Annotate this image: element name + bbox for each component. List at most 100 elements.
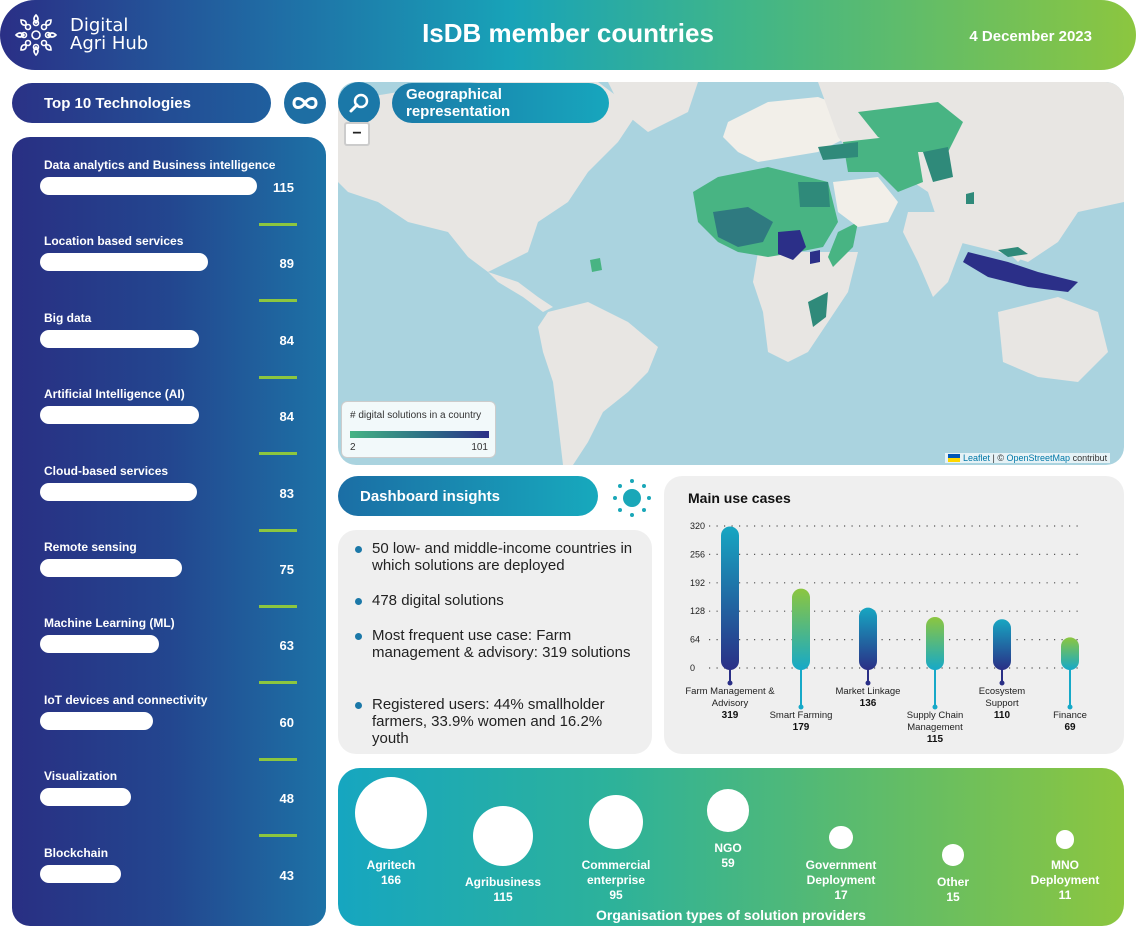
organisation-item: MNO Deployment 11 bbox=[1005, 858, 1125, 903]
value-label: 319 bbox=[722, 710, 739, 721]
organisation-bubble[interactable] bbox=[829, 825, 853, 849]
country-egypt bbox=[798, 182, 830, 207]
bullet-icon bbox=[355, 702, 362, 709]
organisation-item: Agritech 166 bbox=[331, 858, 451, 888]
category-label: Smart Farming bbox=[770, 710, 833, 721]
organisation-label: Agribusiness bbox=[464, 875, 542, 889]
category-label: Support bbox=[985, 698, 1019, 709]
technology-row: IoT devices and connectivity 60 bbox=[12, 693, 326, 769]
technology-bar bbox=[40, 177, 257, 195]
technology-row: Big data 84 bbox=[12, 311, 326, 387]
organisation-item: Commercial enterprise 95 bbox=[556, 858, 676, 903]
infinity-button[interactable] bbox=[284, 82, 326, 124]
insight-item: Registered users: 44% smallholder farmer… bbox=[372, 696, 605, 747]
technology-bar bbox=[40, 788, 131, 807]
country-suriname bbox=[590, 258, 602, 272]
organisation-bubble[interactable] bbox=[588, 794, 644, 849]
separator-line bbox=[259, 757, 297, 761]
technology-label: Remote sensing bbox=[44, 540, 137, 554]
organisation-value: 17 bbox=[834, 888, 848, 902]
organisation-bubble[interactable] bbox=[1055, 830, 1075, 849]
report-date: 4 December 2023 bbox=[969, 28, 1092, 45]
legend-max: 101 bbox=[471, 442, 488, 453]
value-label: 69 bbox=[1064, 722, 1076, 733]
technology-row: Location based services 89 bbox=[12, 234, 326, 310]
technology-row: Cloud-based services 83 bbox=[12, 464, 326, 540]
technology-row: Artificial Intelligence (AI) 84 bbox=[12, 387, 326, 463]
organisation-value: 11 bbox=[1058, 888, 1072, 902]
country-bangladesh bbox=[966, 192, 974, 204]
technology-value: 115 bbox=[273, 180, 294, 195]
separator-line bbox=[259, 528, 297, 532]
bar-stem-dot bbox=[798, 704, 804, 710]
organisation-label: NGO bbox=[714, 841, 742, 855]
y-tick-label: 128 bbox=[690, 606, 705, 616]
ukraine-flag-icon bbox=[948, 454, 960, 462]
organisation-value: 59 bbox=[721, 856, 735, 870]
leaflet-link[interactable]: Leaflet bbox=[963, 453, 990, 463]
organisation-value: 166 bbox=[380, 873, 402, 887]
map-legend: # digital solutions in a country 2 101 bbox=[341, 401, 496, 458]
y-tick-label: 256 bbox=[690, 549, 705, 559]
use-case-bar[interactable] bbox=[859, 607, 877, 670]
bar-stem-dot bbox=[932, 704, 938, 710]
land-arabia bbox=[833, 177, 898, 227]
technology-bar bbox=[40, 559, 182, 577]
category-label: Management bbox=[907, 722, 963, 733]
technology-bar bbox=[40, 406, 199, 425]
organisation-label: Deployment bbox=[1030, 873, 1100, 887]
bar-stem-dot bbox=[865, 680, 871, 686]
technology-value: 83 bbox=[279, 485, 294, 501]
map-attribution: Leaflet | © OpenStreetMap contribut bbox=[945, 453, 1111, 463]
insights-panel: 50 low- and middle-income countries in w… bbox=[338, 530, 652, 754]
use-case-bar[interactable] bbox=[993, 619, 1011, 670]
openstreetmap-link[interactable]: OpenStreetMap bbox=[1007, 453, 1071, 463]
organisation-label: MNO bbox=[1051, 858, 1079, 872]
y-tick-label: 0 bbox=[690, 663, 695, 673]
insight-item: 50 low- and middle-income countries in w… bbox=[372, 540, 633, 574]
technology-label: IoT devices and connectivity bbox=[44, 692, 208, 707]
technology-value: 60 bbox=[279, 714, 294, 730]
technology-value: 84 bbox=[279, 409, 294, 425]
technology-bar bbox=[40, 864, 122, 883]
technology-value: 63 bbox=[279, 638, 294, 654]
technology-bar bbox=[40, 635, 159, 654]
organisation-bubble[interactable] bbox=[355, 777, 427, 849]
dashboard-insights-heading: Dashboard insights bbox=[338, 476, 598, 516]
use-case-bar[interactable] bbox=[926, 616, 944, 670]
search-button[interactable] bbox=[338, 82, 380, 124]
value-label: 179 bbox=[793, 722, 810, 733]
separator-line bbox=[259, 452, 297, 456]
use-cases-chart: 0 64 128 192 256 320 Farm Management &Advisor… bbox=[685, 521, 1087, 745]
top-technologies-heading: Top 10 Technologies bbox=[12, 83, 271, 123]
bar-stem-dot bbox=[999, 680, 1005, 686]
technology-label: Visualization bbox=[44, 769, 118, 784]
organisation-value: 15 bbox=[946, 890, 960, 904]
technology-value: 84 bbox=[279, 332, 294, 348]
organisation-item: NGO 59 bbox=[668, 841, 788, 871]
use-case-bar[interactable] bbox=[1061, 637, 1079, 670]
map-zoom-out-button[interactable]: − bbox=[344, 122, 370, 146]
value-label: 136 bbox=[860, 698, 877, 709]
infinity-icon bbox=[292, 97, 318, 109]
organisation-value: 95 bbox=[609, 888, 623, 902]
organisation-item: Other 15 bbox=[893, 875, 1013, 905]
organisation-label: enterprise bbox=[586, 873, 646, 887]
use-case-bar[interactable] bbox=[792, 588, 810, 670]
organisation-bubble[interactable] bbox=[473, 806, 533, 866]
technology-label: Machine Learning (ML) bbox=[44, 616, 175, 631]
use-case-bar[interactable] bbox=[721, 526, 739, 670]
organisation-label: Deployment bbox=[806, 873, 876, 887]
organisation-bubble[interactable] bbox=[706, 789, 750, 832]
land-india bbox=[903, 212, 963, 297]
organisation-types-title: Organisation types of solution providers bbox=[596, 907, 866, 923]
land-australia bbox=[998, 297, 1108, 382]
organisation-label: Other bbox=[936, 875, 969, 889]
organisation-bubble[interactable] bbox=[942, 844, 964, 866]
value-label: 115 bbox=[927, 734, 944, 745]
organisation-types-panel: Organisation types of solution providers… bbox=[338, 768, 1124, 926]
category-label: Advisory bbox=[712, 698, 749, 709]
technology-row: Visualization 48 bbox=[12, 769, 326, 845]
separator-line bbox=[259, 605, 297, 608]
insight-item: Most frequent use case: Farm management … bbox=[372, 627, 631, 661]
